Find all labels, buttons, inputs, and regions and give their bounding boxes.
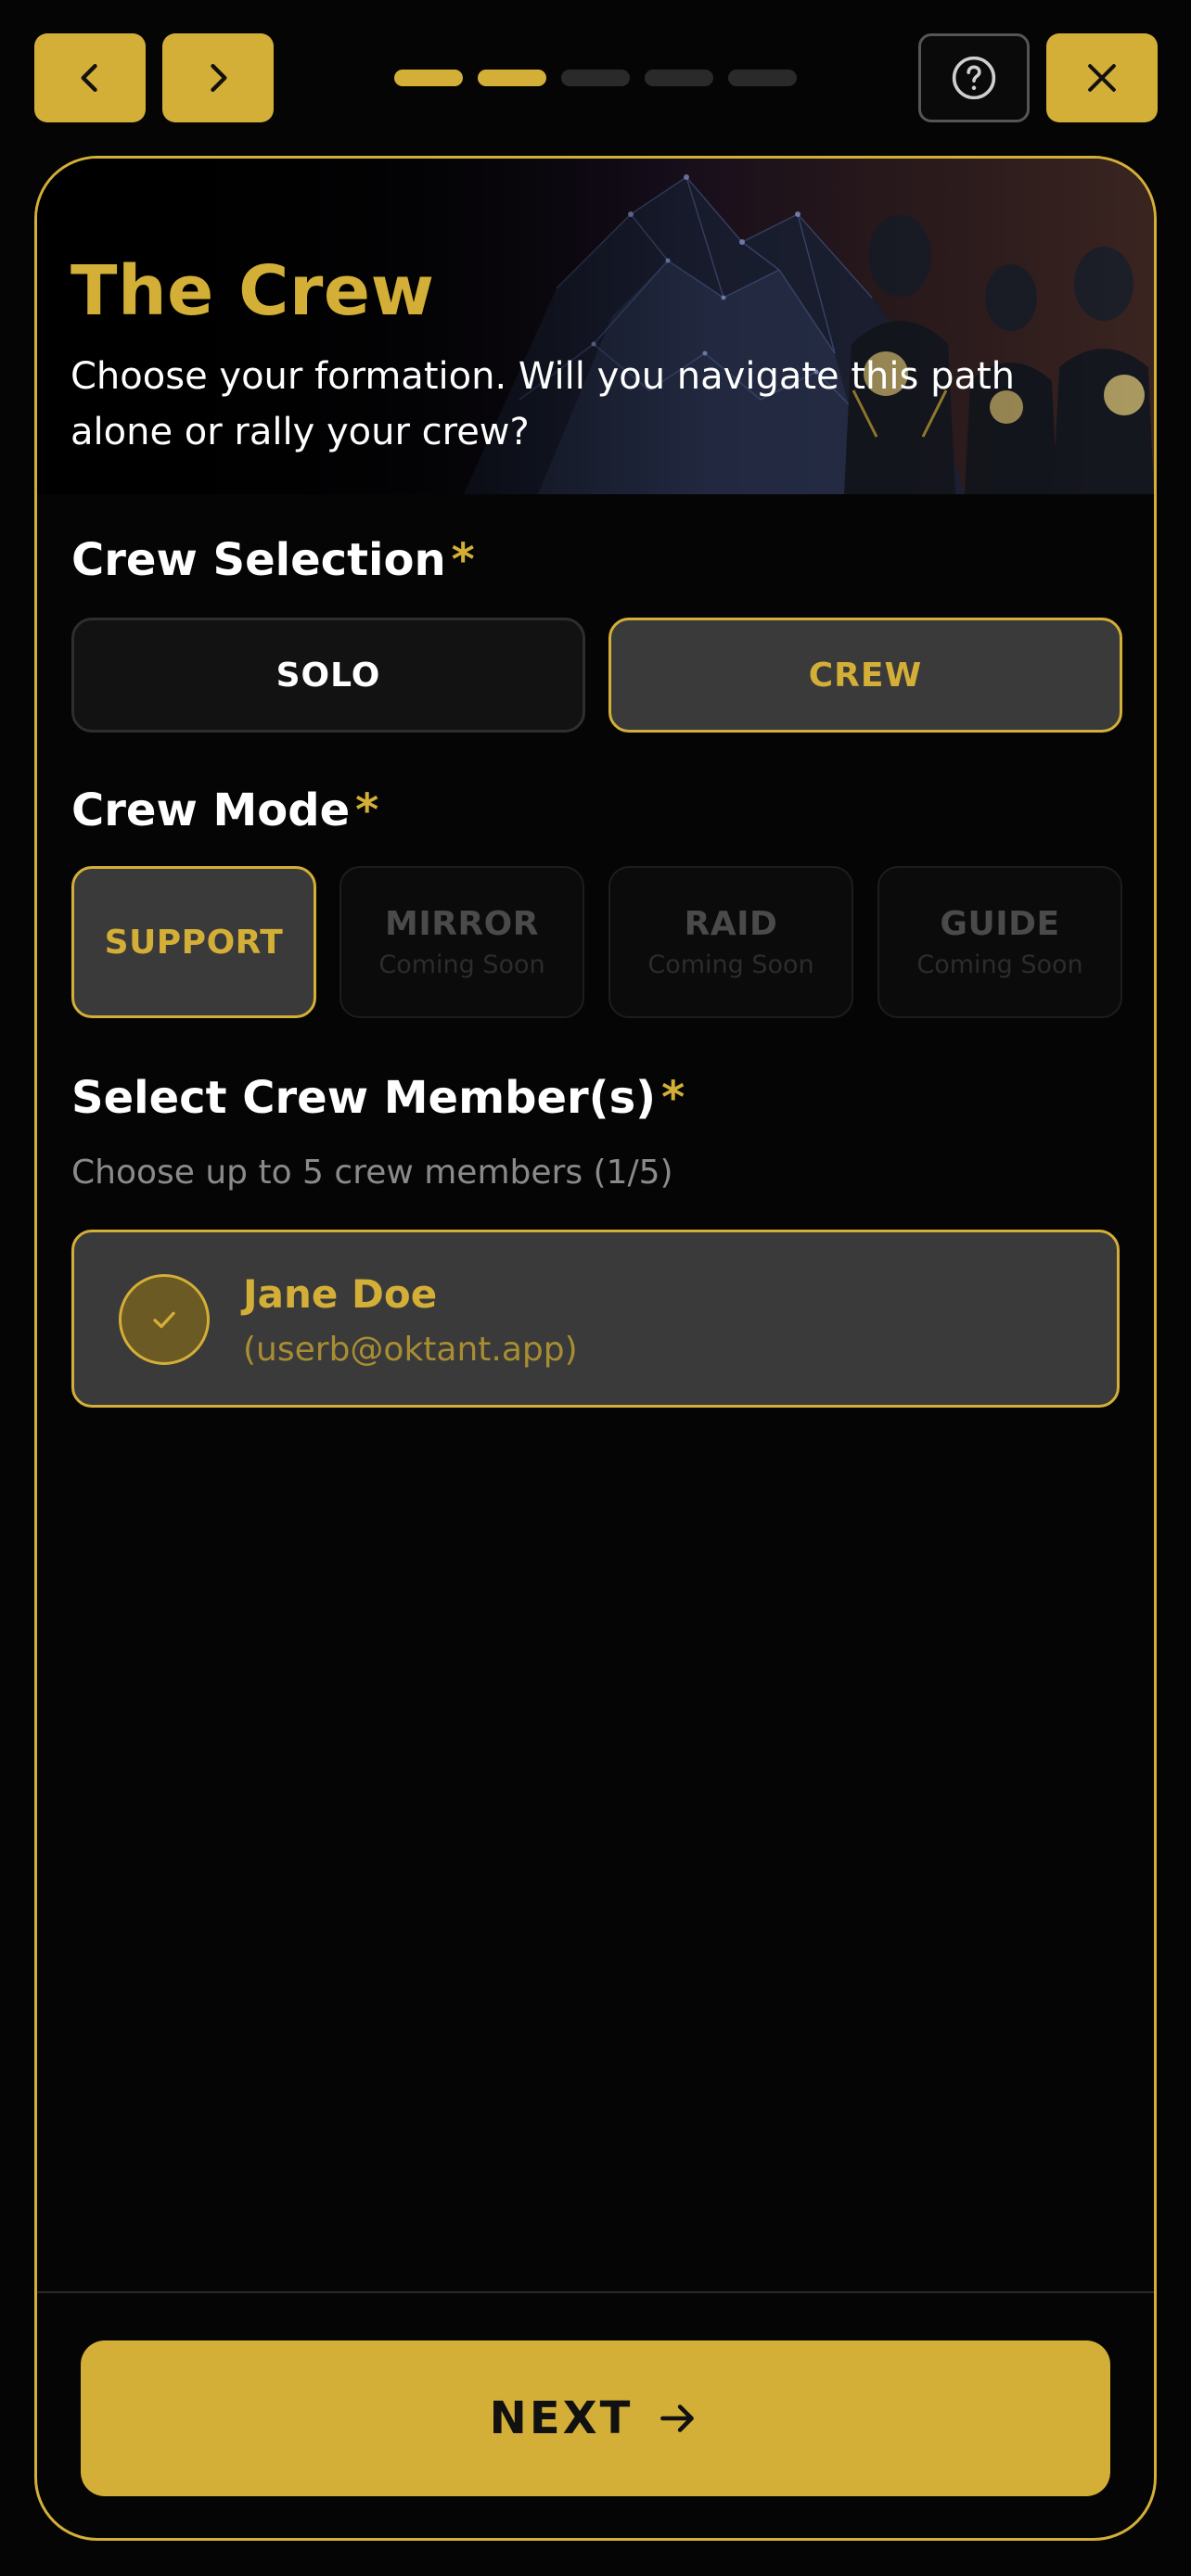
member-checkbox[interactable] [119, 1274, 210, 1365]
crew-members-label-text: Select Crew Member(s) [71, 1072, 657, 1124]
crew-members-label: Select Crew Member(s) * [71, 1072, 685, 1124]
back-button[interactable] [34, 33, 146, 122]
required-mark: * [661, 1072, 685, 1124]
mode-support[interactable]: SUPPORT [71, 866, 316, 1018]
chevron-left-icon [81, 63, 97, 93]
mode-raid-sublabel: Coming Soon [647, 950, 814, 979]
crew-selection-label: Crew Selection * [71, 534, 475, 586]
solo-option-label: SOLO [275, 656, 381, 695]
mode-mirror-label: MIRROR [385, 905, 539, 943]
check-icon [153, 1311, 175, 1329]
step-progress [394, 70, 797, 86]
crew-member-item[interactable]: Jane Doe (userb@oktant.app) [71, 1230, 1120, 1408]
member-name: Jane Doe [243, 1271, 438, 1317]
mode-support-label: SUPPORT [104, 923, 284, 962]
progress-step [645, 70, 713, 86]
crew-option-label: CREW [808, 656, 923, 695]
crew-card: The Crew Choose your formation. Will you… [34, 156, 1157, 2541]
page-subtitle: Choose your formation. Will you navigate… [70, 355, 1016, 453]
crew-option[interactable]: CREW [608, 618, 1122, 733]
help-button[interactable] [918, 33, 1030, 122]
mode-guide-label: GUIDE [940, 905, 1060, 943]
crew-selection-label-text: Crew Selection [71, 534, 446, 586]
mode-mirror-sublabel: Coming Soon [378, 950, 545, 979]
arrow-right-icon [660, 2404, 695, 2432]
mode-raid: RAID Coming Soon [608, 866, 853, 1018]
mode-guide: GUIDE Coming Soon [877, 866, 1122, 1018]
progress-step [561, 70, 630, 86]
required-mark: * [451, 534, 475, 586]
solo-option[interactable]: SOLO [71, 618, 585, 733]
close-icon [1088, 64, 1116, 92]
crew-members-hint: Choose up to 5 crew members (1/5) [71, 1154, 673, 1192]
next-button[interactable]: NEXT [81, 2340, 1110, 2496]
chevron-right-icon [211, 63, 227, 93]
crew-setup-screen: The Crew Choose your formation. Will you… [0, 0, 1191, 2576]
progress-step [394, 70, 463, 86]
close-button[interactable] [1046, 33, 1158, 122]
mode-mirror: MIRROR Coming Soon [339, 866, 584, 1018]
progress-step [478, 70, 546, 86]
page-title: The Crew [70, 251, 435, 331]
required-mark: * [355, 784, 379, 836]
progress-step [728, 70, 797, 86]
help-circle-icon [952, 56, 996, 100]
hero-banner: The Crew Choose your formation. Will you… [37, 159, 1154, 494]
crew-mode-label-text: Crew Mode [71, 784, 351, 836]
mode-raid-label: RAID [684, 905, 778, 943]
mode-guide-sublabel: Coming Soon [916, 950, 1083, 979]
footer-divider [37, 2291, 1154, 2293]
next-button-label: NEXT [489, 2392, 634, 2444]
member-email: (userb@oktant.app) [243, 1331, 578, 1369]
crew-mode-label: Crew Mode * [71, 784, 378, 836]
forward-button[interactable] [162, 33, 274, 122]
top-bar [0, 0, 1191, 158]
